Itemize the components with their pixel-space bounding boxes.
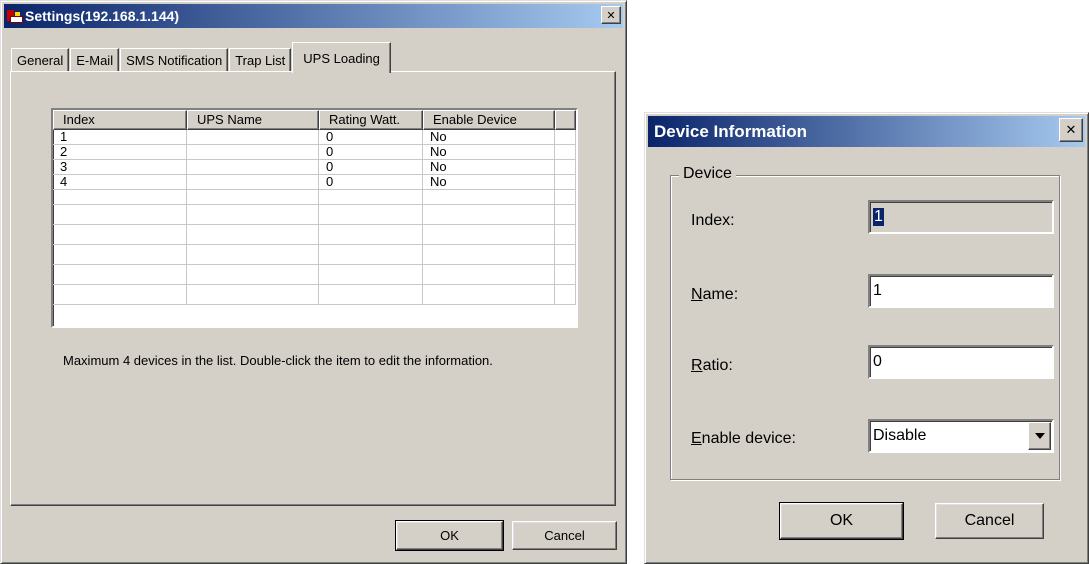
settings-tabs: General E-Mail SMS Notification Trap Lis… bbox=[11, 40, 392, 73]
name-input[interactable]: 1 bbox=[868, 274, 1054, 308]
device-info-title: Device Information bbox=[654, 121, 808, 141]
device-info-close-icon[interactable]: ✕ bbox=[1059, 118, 1083, 142]
empty-row bbox=[53, 190, 576, 205]
cancel-button[interactable]: Cancel bbox=[512, 521, 617, 550]
cell-index: 4 bbox=[53, 175, 187, 190]
enable-label-text: nable device: bbox=[701, 430, 796, 447]
name-label: Name: bbox=[691, 286, 738, 304]
table-row[interactable]: 1 0 No bbox=[53, 130, 576, 145]
tab-label: UPS Loading bbox=[303, 50, 380, 66]
tab-email[interactable]: E-Mail bbox=[70, 48, 120, 72]
table-row[interactable]: 4 0 No bbox=[53, 175, 576, 190]
enable-device-label: Enable device: bbox=[691, 430, 796, 448]
tab-sms-notification[interactable]: SMS Notification bbox=[120, 48, 229, 72]
settings-close-icon[interactable]: ✕ bbox=[601, 6, 621, 24]
empty-row bbox=[53, 245, 576, 265]
cell-index: 3 bbox=[53, 160, 187, 175]
cell-ups-name bbox=[187, 160, 319, 175]
cell-rating-watt: 0 bbox=[319, 175, 423, 190]
tab-trap-list[interactable]: Trap List bbox=[229, 48, 292, 72]
cell-rating-watt: 0 bbox=[319, 160, 423, 175]
info-text: Maximum 4 devices in the list. Double-cl… bbox=[63, 353, 493, 368]
index-label: Index: bbox=[691, 212, 735, 229]
settings-title: Settings(192.168.1.144) bbox=[25, 8, 180, 24]
cell-ups-name bbox=[187, 130, 319, 145]
cell-rating-watt: 0 bbox=[319, 145, 423, 160]
ratio-input[interactable]: 0 bbox=[868, 345, 1054, 379]
list-header: Index UPS Name Rating Watt. Enable Devic… bbox=[53, 110, 576, 130]
tab-ups-loading[interactable]: UPS Loading bbox=[292, 42, 391, 73]
column-header-rating-watt[interactable]: Rating Watt. bbox=[319, 110, 423, 130]
empty-row bbox=[53, 205, 576, 225]
index-value: 1 bbox=[873, 208, 884, 226]
enable-device-value: Disable bbox=[873, 427, 927, 444]
group-label: Device bbox=[679, 165, 736, 183]
column-header-index[interactable]: Index bbox=[53, 110, 187, 130]
cell-index: 1 bbox=[53, 130, 187, 145]
tab-label: SMS Notification bbox=[126, 53, 223, 68]
cell-index: 2 bbox=[53, 145, 187, 160]
ratio-label-accel: R bbox=[691, 357, 703, 374]
ratio-label-text: atio: bbox=[702, 357, 733, 374]
name-label-accel: N bbox=[691, 286, 703, 303]
index-field: 1 bbox=[868, 200, 1054, 234]
table-row[interactable]: 2 0 No bbox=[53, 145, 576, 160]
settings-window: Settings(192.168.1.144) ✕ General E-Mail… bbox=[0, 0, 627, 564]
device-info-titlebar[interactable]: Device Information ✕ bbox=[648, 116, 1085, 147]
name-label-text: ame: bbox=[702, 286, 739, 303]
cell-enable-device: No bbox=[423, 130, 555, 145]
cell-filler bbox=[555, 160, 576, 175]
column-header-filler bbox=[555, 110, 576, 130]
empty-row bbox=[53, 285, 576, 305]
enable-label-accel: E bbox=[691, 430, 702, 447]
cell-filler bbox=[555, 175, 576, 190]
table-row[interactable]: 3 0 No bbox=[53, 160, 576, 175]
ups-device-list[interactable]: Index UPS Name Rating Watt. Enable Devic… bbox=[51, 108, 578, 328]
device-ok-button[interactable]: OK bbox=[779, 502, 904, 540]
cell-rating-watt: 0 bbox=[319, 130, 423, 145]
name-value: 1 bbox=[873, 282, 882, 299]
cell-ups-name bbox=[187, 145, 319, 160]
column-header-ups-name[interactable]: UPS Name bbox=[187, 110, 319, 130]
empty-row bbox=[53, 265, 576, 285]
tab-label: E-Mail bbox=[76, 53, 114, 68]
cell-enable-device: No bbox=[423, 160, 555, 175]
cell-enable-device: No bbox=[423, 175, 555, 190]
device-cancel-button[interactable]: Cancel bbox=[935, 503, 1044, 539]
app-icon bbox=[6, 9, 23, 23]
cell-ups-name bbox=[187, 175, 319, 190]
cell-filler bbox=[555, 145, 576, 160]
tab-label: Trap List bbox=[235, 53, 286, 68]
tab-label: General bbox=[17, 53, 64, 68]
ok-button[interactable]: OK bbox=[395, 520, 504, 551]
ratio-value: 0 bbox=[873, 353, 882, 370]
cell-filler bbox=[555, 130, 576, 145]
cell-enable-device: No bbox=[423, 145, 555, 160]
empty-row bbox=[53, 225, 576, 245]
column-header-enable-device[interactable]: Enable Device bbox=[423, 110, 555, 130]
chevron-down-icon[interactable] bbox=[1028, 422, 1051, 450]
tab-general[interactable]: General bbox=[11, 48, 70, 72]
settings-titlebar[interactable]: Settings(192.168.1.144) ✕ bbox=[4, 4, 623, 28]
enable-device-select[interactable]: Disable bbox=[868, 419, 1054, 453]
ratio-label: Ratio: bbox=[691, 357, 733, 375]
